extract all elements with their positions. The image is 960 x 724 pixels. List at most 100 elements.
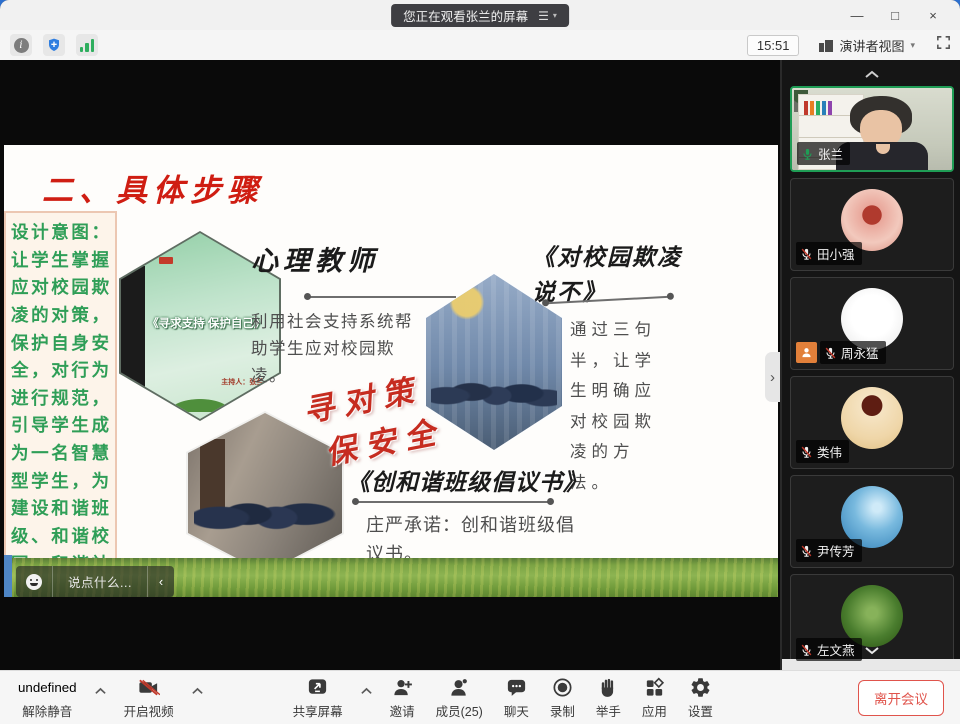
- toolbar-share-button[interactable]: 共享屏幕: [287, 673, 349, 722]
- participant-tile[interactable]: 类伟: [790, 376, 954, 469]
- toolbar-mute-button[interactable]: undefined 解除静音: [12, 673, 83, 722]
- mic-muted-icon: [800, 544, 813, 558]
- member-role-badge-icon: [796, 342, 817, 363]
- participant-tile[interactable]: 周永猛: [790, 277, 954, 370]
- toolbar-members-button[interactable]: 成员(25): [430, 673, 489, 722]
- section-heading-psych-teacher: 心理教师: [251, 239, 379, 278]
- sidebar-collapse-handle[interactable]: ›: [765, 352, 780, 402]
- leave-meeting-button[interactable]: 离开会议: [858, 680, 944, 716]
- meeting-infobar: i 15:51 演讲者视图 ▾: [0, 30, 960, 61]
- toolbar-hand-button[interactable]: 举手: [590, 673, 627, 722]
- participant-name: 张兰: [818, 144, 843, 163]
- participant-name: 左文燕: [817, 640, 855, 659]
- toolbar-button-label: 设置: [688, 701, 713, 720]
- quick-chat-bar[interactable]: 说点什么... ‹: [16, 566, 174, 597]
- connector-line: [354, 501, 552, 503]
- participant-avatar: [841, 387, 903, 449]
- toolbar-button-label: 共享屏幕: [293, 701, 343, 720]
- mute-icon: undefined: [18, 675, 77, 699]
- toolbar-button-label: 举手: [596, 701, 621, 720]
- collapse-chat-icon[interactable]: ‹: [148, 566, 174, 597]
- minimize-button[interactable]: —: [838, 8, 876, 23]
- participant-tag-row: 周永猛: [796, 341, 886, 364]
- toolbar-button-label: 邀请: [390, 701, 415, 720]
- record-icon: [551, 675, 574, 699]
- toolbar-button-label: 解除静音: [22, 701, 72, 720]
- shared-screen: 二、具体步骤 设计意图：让学生掌握应对校园欺凌的对策，保护自身安全，对行为进行规…: [0, 60, 780, 670]
- participant-name: 尹传芳: [817, 541, 855, 560]
- participant-tag-row: 张兰: [797, 142, 850, 165]
- meeting-info-icon[interactable]: i: [10, 34, 32, 56]
- screen-watching-banner[interactable]: 您正在观看张兰的屏幕 ☰ ▾: [391, 4, 569, 27]
- toolbar-chat-button[interactable]: 聊天: [498, 673, 535, 722]
- chevron-up-icon[interactable]: [92, 683, 109, 698]
- share-icon: [306, 675, 329, 699]
- members-icon: [448, 675, 471, 699]
- toolbar-button-label: 录制: [550, 701, 575, 720]
- mic-muted-icon: [824, 346, 837, 360]
- participant-nametag: 类伟: [796, 440, 849, 463]
- presentation-slide: 二、具体步骤 设计意图：让学生掌握应对校园欺凌的对策，保护自身安全，对行为进行规…: [4, 145, 778, 597]
- participant-tag-row: 左文燕: [796, 638, 862, 661]
- emoji-icon[interactable]: [16, 566, 53, 597]
- toolbar-button-label: 应用: [642, 701, 667, 720]
- banner-caret-icon: ▾: [553, 11, 557, 20]
- section-heading-proposal: 《创和谐班级倡议书》: [347, 463, 587, 497]
- participant-nametag: 张兰: [797, 142, 850, 165]
- invite-icon: [391, 675, 414, 699]
- mic-muted-icon: [800, 643, 813, 657]
- photo-edge: [4, 555, 12, 597]
- chevron-up-icon[interactable]: [358, 683, 375, 698]
- layout-icon: [819, 38, 833, 52]
- scroll-up-chevron[interactable]: [859, 67, 885, 81]
- participant-nametag: 田小强: [796, 242, 862, 265]
- participants-sidebar: 张兰田小强周永猛类伟尹传芳左文燕: [780, 60, 960, 670]
- close-button[interactable]: ×: [914, 8, 952, 23]
- toolbar-invite-button[interactable]: 邀请: [384, 673, 421, 722]
- participant-tag-row: 尹传芳: [796, 539, 862, 562]
- security-shield-icon[interactable]: [43, 34, 65, 56]
- participant-tile[interactable]: 尹传芳: [790, 475, 954, 568]
- screen-watching-label: 您正在观看张兰的屏幕: [403, 6, 528, 25]
- participant-tag-row: 类伟: [796, 440, 849, 463]
- meeting-timer: 15:51: [747, 35, 800, 56]
- network-signal-icon: [76, 34, 98, 56]
- mic-muted-icon: [800, 445, 813, 459]
- banner-menu-icon[interactable]: ☰: [538, 9, 549, 23]
- participant-name: 田小强: [817, 244, 855, 263]
- toolbar-apps-button[interactable]: 应用: [636, 673, 673, 722]
- scroll-down-chevron[interactable]: [859, 643, 885, 657]
- participant-tile[interactable]: 田小强: [790, 178, 954, 271]
- participant-nametag: 左文燕: [796, 638, 862, 661]
- slide-title: 二、具体步骤: [42, 165, 264, 210]
- design-intent-text: 设计意图：让学生掌握应对校园欺凌的对策，保护自身安全，对行为进行规范，引导学生成…: [11, 222, 110, 597]
- toolbar-button-label: 开启视频: [124, 701, 174, 720]
- meeting-window: 您正在观看张兰的屏幕 ☰ ▾ — □ × i 15:51 演讲者视图 ▾: [0, 0, 960, 724]
- fullscreen-button[interactable]: [935, 34, 952, 56]
- window-titlebar: 您正在观看张兰的屏幕 ☰ ▾ — □ ×: [0, 0, 960, 31]
- mic-on-icon: [801, 147, 814, 161]
- settings-icon: [689, 675, 712, 699]
- mic-muted-icon: [800, 247, 813, 261]
- maximize-button[interactable]: □: [876, 8, 914, 23]
- toolbar-record-button[interactable]: 录制: [544, 673, 581, 722]
- chevron-up-icon[interactable]: [189, 683, 206, 698]
- design-intent-panel: 设计意图：让学生掌握应对校园欺凌的对策，保护自身安全，对行为进行规范，引导学生成…: [4, 211, 117, 597]
- toolbar-button-label: 聊天: [504, 701, 529, 720]
- connector-line: [306, 296, 456, 298]
- hexagon-classroom-photo-2: [186, 411, 344, 575]
- participant-name: 类伟: [817, 442, 842, 461]
- chat-input-placeholder[interactable]: 说点什么...: [53, 566, 148, 597]
- hand-icon: [597, 675, 620, 699]
- participant-tile[interactable]: 张兰: [790, 86, 954, 172]
- view-mode-button[interactable]: 演讲者视图 ▾: [813, 33, 921, 58]
- apps-icon: [643, 675, 666, 699]
- toolbar-button-label: 成员(25): [436, 701, 483, 720]
- participant-list: 张兰田小强周永猛类伟尹传芳左文燕: [790, 86, 954, 673]
- chevron-down-icon: ▾: [910, 40, 915, 51]
- participant-nametag: 周永猛: [820, 341, 886, 364]
- toolbar-settings-button[interactable]: 设置: [682, 673, 719, 722]
- participant-nametag: 尹传芳: [796, 539, 862, 562]
- participant-tag-row: 田小强: [796, 242, 862, 265]
- toolbar-video-button[interactable]: 开启视频: [118, 673, 180, 722]
